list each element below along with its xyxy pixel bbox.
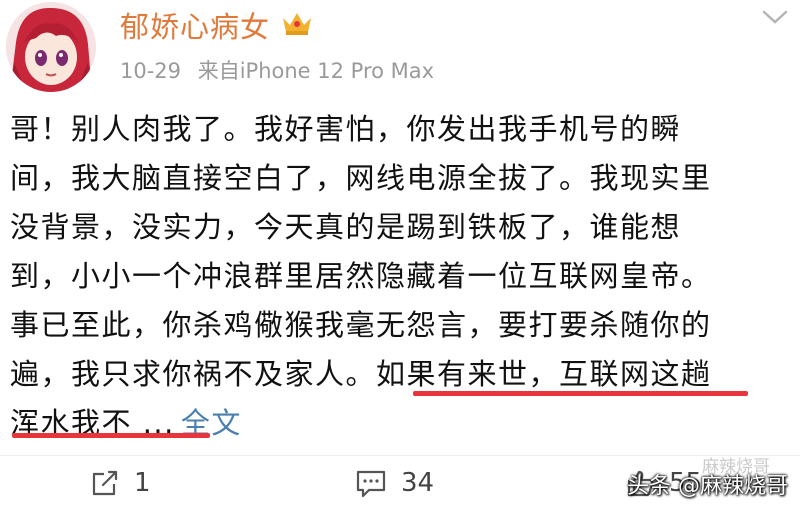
crown-icon xyxy=(283,13,311,35)
post-line: 哥！别人肉我了。我好害怕，你发出我手机号的瞬 xyxy=(10,112,682,146)
repost-count: 1 xyxy=(134,468,151,498)
post-meta: 10-29 来自iPhone 12 Pro Max xyxy=(120,55,434,85)
watermark: 头条 @麻辣烧哥 xyxy=(627,474,788,499)
divider xyxy=(0,455,800,456)
weibo-post: 郁娇心病女 10-29 来自iPhone 12 Pro Max 哥！别人肉我了。… xyxy=(0,0,800,505)
share-icon xyxy=(92,470,118,496)
post-body: 哥！别人肉我了。我好害怕，你发出我手机号的瞬 间，我大脑直接空白了，网线电源全拔… xyxy=(10,105,795,448)
repost-button[interactable]: 1 xyxy=(90,468,151,498)
chevron-down-icon[interactable] xyxy=(758,6,792,28)
post-line: 到，小小一个冲浪群里居然隐藏着一位互联网皇帝。 xyxy=(10,259,712,293)
comment-icon xyxy=(356,470,386,498)
highlight-underline xyxy=(12,433,210,438)
post-line: 事已至此，你杀鸡儆猴我毫无怨言，要打要杀随你的 xyxy=(10,308,712,342)
post-date: 10-29 xyxy=(120,59,182,83)
post-source: 来自iPhone 12 Pro Max xyxy=(197,59,435,83)
post-line: 没背景，没实力，今天真的是踢到铁板了，谁能想 xyxy=(10,210,682,244)
post-line-last: 浑水我不 ... 全文 xyxy=(10,399,795,448)
anime-avatar-image xyxy=(6,2,96,92)
avatar[interactable] xyxy=(6,2,96,92)
comment-button[interactable]: 34 xyxy=(355,468,434,498)
highlight-underline xyxy=(413,391,748,396)
username[interactable]: 郁娇心病女 xyxy=(120,4,270,46)
post-line: 间，我大脑直接空白了，网线电源全拔了。我现实里 xyxy=(10,161,712,195)
comment-count: 34 xyxy=(401,468,435,498)
